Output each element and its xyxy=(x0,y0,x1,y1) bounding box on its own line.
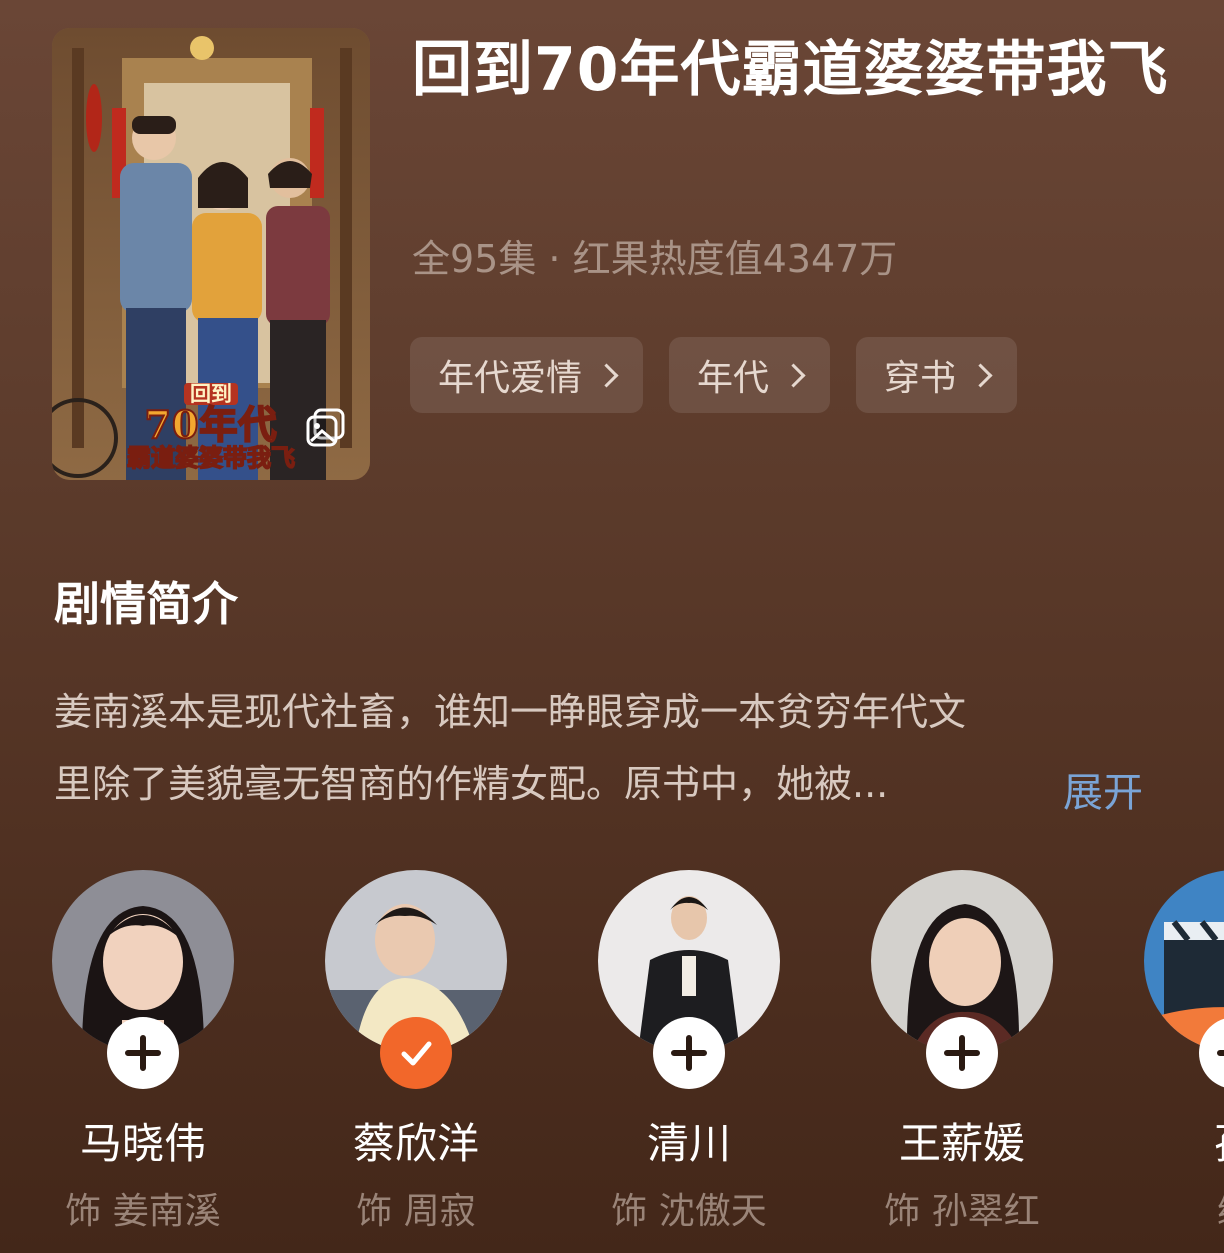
plus-icon xyxy=(125,1035,161,1071)
tag-chip[interactable]: 年代 xyxy=(669,337,831,413)
tag-label: 年代爱情 xyxy=(438,358,583,399)
chevron-right-icon xyxy=(781,362,806,388)
cast-role: 饰 沈傲天 xyxy=(611,1191,767,1232)
cast-name: 孙 xyxy=(1114,1110,1224,1171)
cast-member[interactable]: 孙 编 xyxy=(1144,870,1224,1232)
cast-member[interactable]: 清川 饰 沈傲天 xyxy=(598,870,780,1232)
follow-button[interactable] xyxy=(653,1017,725,1089)
cast-name: 清川 xyxy=(646,1119,731,1168)
plus-icon xyxy=(671,1035,707,1071)
tag-label: 年代 xyxy=(697,358,770,399)
drama-meta: 全95集 · 红果热度值4347万 xyxy=(412,237,898,281)
followed-button[interactable] xyxy=(380,1017,452,1089)
chevron-right-icon xyxy=(968,362,993,388)
follow-button[interactable] xyxy=(107,1017,179,1089)
gallery-icon[interactable] xyxy=(304,406,348,450)
synopsis-line: 里除了美貌毫无智商的作精女配。原书中，她被... xyxy=(54,762,889,806)
tag-list: 年代爱情 年代 穿书 xyxy=(410,337,1018,413)
cast-role: 编 xyxy=(1104,1182,1224,1234)
cast-name: 王薪媛 xyxy=(898,1119,1025,1168)
cast-member[interactable]: 王薪媛 饰 孙翠红 xyxy=(871,870,1053,1232)
drama-title: 回到70年代霸道婆婆带我飞 xyxy=(412,35,1169,105)
synopsis-text[interactable]: 姜南溪本是现代社畜，谁知一睁眼穿成一本贫穷年代文 里除了美貌毫无智商的作精女配。… xyxy=(54,676,1149,820)
plus-icon xyxy=(1217,1050,1224,1056)
cast-list[interactable]: 马晓伟 饰 姜南溪 蔡欣洋 饰 周寂 清川 饰 沈傲天 王薪媛 饰 孙翠红 xyxy=(52,870,1224,1253)
plus-icon xyxy=(944,1035,980,1071)
check-icon xyxy=(401,1041,432,1066)
cast-name: 蔡欣洋 xyxy=(352,1119,479,1168)
cast-name: 马晓伟 xyxy=(79,1119,206,1168)
cast-member[interactable]: 马晓伟 饰 姜南溪 xyxy=(52,870,234,1232)
chevron-right-icon xyxy=(594,362,619,388)
drama-poster[interactable]: 回到 70年代 霸道婆婆带我飞 xyxy=(52,28,370,480)
expand-synopsis-button[interactable]: 展开 xyxy=(1063,760,1143,818)
tag-label: 穿书 xyxy=(884,358,957,399)
cast-role: 饰 姜南溪 xyxy=(65,1191,221,1232)
cast-role: 饰 周寂 xyxy=(356,1191,476,1232)
synopsis-heading: 剧情简介 xyxy=(54,577,238,631)
cast-role: 饰 孙翠红 xyxy=(884,1191,1040,1232)
synopsis-line: 姜南溪本是现代社畜，谁知一睁眼穿成一本贫穷年代文 xyxy=(54,690,967,734)
tag-chip[interactable]: 穿书 xyxy=(856,337,1018,413)
tag-chip[interactable]: 年代爱情 xyxy=(410,337,644,413)
cast-member[interactable]: 蔡欣洋 饰 周寂 xyxy=(325,870,507,1232)
follow-button[interactable] xyxy=(926,1017,998,1089)
